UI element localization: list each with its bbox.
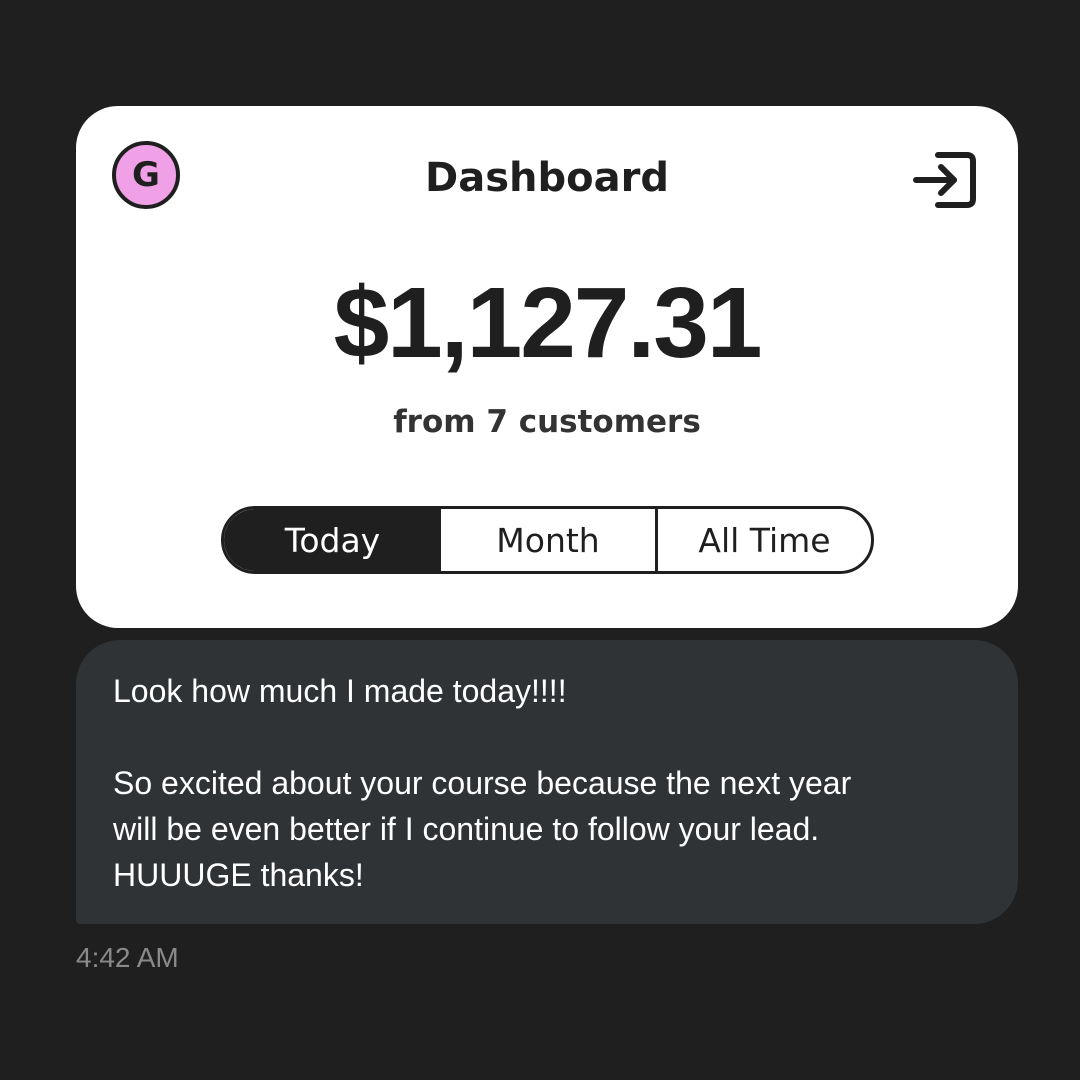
message-line: will be even better if I continue to fol… <box>113 811 820 847</box>
tab-all-time[interactable]: All Time <box>658 509 871 571</box>
logout-icon[interactable] <box>912 150 978 210</box>
tab-month[interactable]: Month <box>441 509 658 571</box>
period-selector: Today Month All Time <box>221 506 874 574</box>
revenue-amount: $1,127.31 <box>333 267 763 379</box>
message-line: So excited about your course because the… <box>113 765 852 801</box>
tab-today[interactable]: Today <box>224 509 441 571</box>
brand-logo[interactable]: G <box>112 141 180 209</box>
page-title: Dashboard <box>425 155 669 201</box>
message-timestamp: 4:42 AM <box>76 942 179 973</box>
customers-count: from 7 customers <box>393 404 701 440</box>
message-bubble: Look how much I made today!!!! So excite… <box>76 640 1018 924</box>
logo-letter: G <box>132 155 160 195</box>
message-line: HUUUGE thanks! <box>113 857 364 893</box>
message-line: Look how much I made today!!!! <box>113 673 567 709</box>
